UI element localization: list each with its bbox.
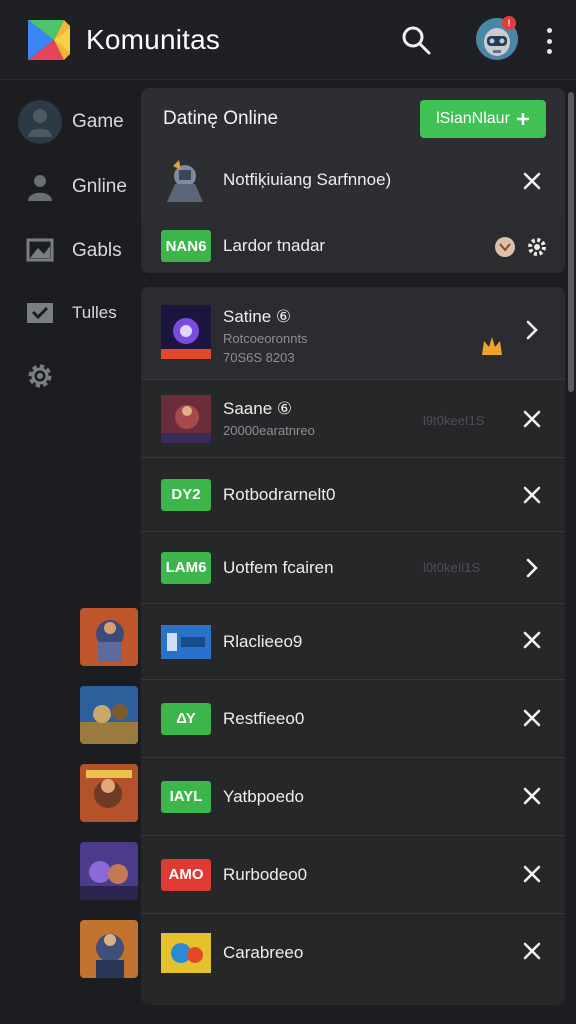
game-list: Satine ⑥ Rotcoeoronnts 70S6S 8203 Saane …: [141, 287, 565, 1005]
notification-badge: !: [502, 16, 516, 30]
list-item-tag: ΔΥ: [161, 702, 211, 735]
close-icon[interactable]: [521, 408, 543, 430]
user-icon: [18, 100, 62, 144]
list-item-tag: IAYL: [161, 780, 211, 813]
sidebar-item-game[interactable]: Game: [18, 98, 140, 146]
list-item-title: Rotbodrarnelt0: [223, 484, 336, 504]
game-cover-icon: [161, 394, 211, 443]
list-item-title: Saane ⑥: [223, 399, 293, 418]
list-item-tag: AMO: [161, 858, 211, 891]
list-item[interactable]: Saane ⑥ 20000earatnreo: [141, 380, 565, 457]
app-title: Komunitas: [86, 24, 221, 55]
reaction-icon[interactable]: [494, 236, 516, 258]
list-item[interactable]: IAYL Yatbpoedo: [141, 758, 565, 835]
list-item[interactable]: ΔΥ Restfieeo0: [141, 680, 565, 757]
close-icon[interactable]: [521, 484, 543, 506]
online-card: Datinę Online lSianNlaur Notfiķiuiang Sa…: [141, 88, 565, 273]
list-item[interactable]: DY2 Rotbodrarnelt0: [141, 458, 565, 531]
list-item-title: Satine ⑥: [223, 307, 292, 326]
game-cover-icon: [161, 932, 211, 973]
close-icon[interactable]: [521, 785, 543, 807]
list-item-subtitle: Rotcoeoronnts: [223, 331, 308, 346]
list-item-title: Rlaclieeo9: [223, 631, 303, 651]
search-icon[interactable]: [400, 24, 432, 56]
sidebar-item-label: Game: [72, 111, 124, 132]
close-icon[interactable]: [521, 707, 543, 729]
sidebar: Game Gnline Gabls Tulles: [0, 82, 140, 1024]
primary-action-button[interactable]: lSianNlaur: [420, 100, 546, 138]
list-item[interactable]: AMO Rurbodeo0: [141, 836, 565, 913]
knight-avatar-icon: [167, 160, 203, 202]
app-bar: Komunitas !: [0, 0, 576, 80]
primary-action-label: lSianNlaur: [436, 110, 510, 127]
list-item-meta: l9t0keeI1S: [423, 413, 485, 428]
game-thumbnail[interactable]: [80, 842, 138, 900]
check-folder-icon: [18, 291, 62, 335]
list-item-title: Rurbodeo0: [223, 864, 308, 884]
sidebar-item-label: Gabls: [72, 240, 122, 261]
crown-icon: [482, 337, 502, 355]
list-item-title: Yatbpoedo: [223, 786, 304, 806]
list-item-meta: l0t0keIl1S: [423, 560, 481, 575]
gear-icon: [18, 354, 62, 398]
image-icon: [18, 229, 62, 273]
sidebar-item-label: Tulles: [72, 303, 117, 322]
status-tag: NAN6: [161, 230, 211, 262]
notification-row[interactable]: Notfiķiuiang Sarfnnoe): [141, 152, 565, 208]
sidebar-item-tulles[interactable]: Tulles: [18, 289, 140, 337]
list-item[interactable]: Satine ⑥ Rotcoeoronnts 70S6S 8203: [141, 287, 565, 379]
list-item[interactable]: Rlaclieeo9: [141, 604, 565, 679]
close-icon[interactable]: [521, 863, 543, 885]
game-thumbnail[interactable]: [80, 764, 138, 822]
sidebar-item-gnline[interactable]: Gnline: [18, 163, 140, 211]
close-icon[interactable]: [521, 940, 543, 962]
list-item-tag: DY2: [161, 478, 211, 511]
game-thumbnail[interactable]: [80, 920, 138, 978]
game-cover-icon: [161, 305, 211, 359]
list-item-tag: LAM6: [161, 551, 211, 584]
sidebar-item-label: Gnline: [72, 176, 127, 197]
app-logo-icon[interactable]: [24, 18, 72, 62]
plus-icon: [516, 113, 529, 125]
gear-icon[interactable]: [526, 236, 548, 258]
more-options-icon[interactable]: [538, 24, 560, 58]
list-item-title: Carabreeo: [223, 942, 304, 962]
notification-text: Notfiķiuiang Sarfnnoe): [223, 170, 392, 189]
list-item-title: Restfieeo0: [223, 708, 305, 728]
person-icon: [18, 165, 62, 209]
list-item-title: Uotfem fcairen: [223, 557, 334, 577]
game-thumbnail[interactable]: [80, 686, 138, 744]
chevron-right-icon[interactable]: [523, 319, 541, 341]
list-item[interactable]: LAM6 Uotfem fcairen: [141, 532, 565, 603]
list-item[interactable]: Carabreeo: [141, 914, 565, 991]
close-icon[interactable]: [521, 629, 543, 651]
game-thumbnail[interactable]: [80, 608, 138, 666]
status-text: Lardor tnadar: [223, 236, 326, 255]
scrollbar[interactable]: [568, 92, 574, 392]
chevron-right-icon[interactable]: [523, 557, 541, 579]
game-cover-icon: [161, 624, 211, 659]
sidebar-item-gabls[interactable]: Gabls: [18, 227, 140, 275]
close-icon[interactable]: [521, 170, 543, 192]
card-title: Datinę Online: [163, 108, 279, 129]
list-item-meta: 70S6S 8203: [223, 350, 295, 365]
list-item-subtitle: 20000earatnreo: [223, 423, 315, 438]
sidebar-item-settings[interactable]: [18, 352, 140, 400]
